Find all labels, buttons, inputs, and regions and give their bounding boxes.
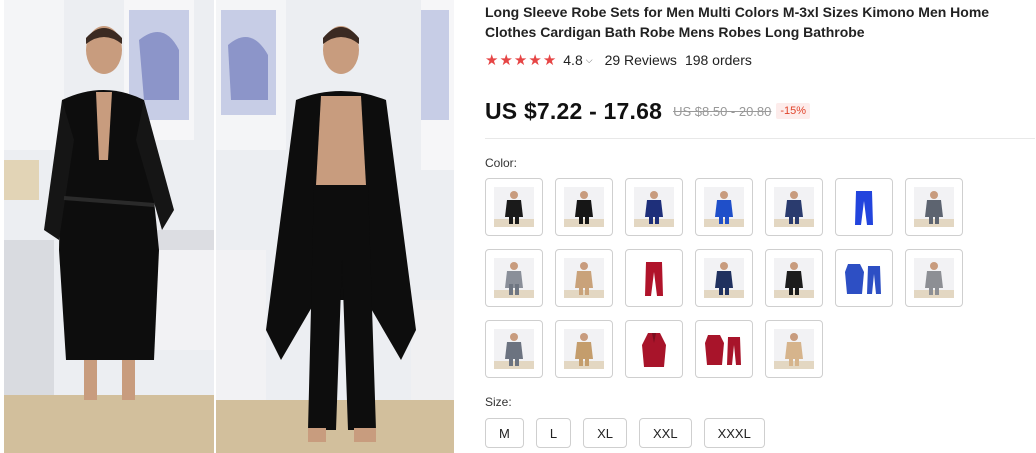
reviews-link[interactable]: 29 Reviews <box>605 52 677 68</box>
product-gallery <box>0 0 455 453</box>
star-icon: ★ <box>528 51 542 69</box>
swatch-thumbnail <box>774 258 814 298</box>
color-swatch[interactable] <box>625 249 683 307</box>
color-swatch[interactable] <box>555 249 613 307</box>
color-swatch-grid <box>485 178 1033 378</box>
swatch-thumbnail <box>634 187 674 227</box>
swatch-thumbnail <box>845 264 881 294</box>
color-label: Color: <box>485 156 518 170</box>
swatch-thumbnail <box>705 335 741 365</box>
swatch-thumbnail <box>914 187 954 227</box>
size-option-xxl[interactable]: XXL <box>638 418 692 448</box>
product-photo-1[interactable] <box>4 0 214 453</box>
swatch-thumbnail <box>564 187 604 227</box>
swatch-thumbnail <box>494 187 534 227</box>
swatch-thumbnail <box>564 258 604 298</box>
size-option-l[interactable]: L <box>535 418 572 448</box>
model-photo-image <box>216 0 454 453</box>
swatch-thumbnail <box>704 187 744 227</box>
color-swatch[interactable] <box>695 320 753 378</box>
size-option-xxxl[interactable]: XXXL <box>703 418 765 448</box>
rating-row: ★ ★ ★ ★ ★ 4.8 ⌵ 29 Reviews 198 orders <box>485 50 1033 70</box>
swatch-thumbnail <box>774 329 814 369</box>
rating-value[interactable]: 4.8 <box>563 52 582 68</box>
star-icon: ★ <box>542 51 557 69</box>
swatch-thumbnail <box>855 191 873 225</box>
color-swatch[interactable] <box>765 249 823 307</box>
swatch-thumbnail <box>645 262 663 296</box>
color-swatch[interactable] <box>485 249 543 307</box>
color-swatch[interactable] <box>555 178 613 236</box>
swatch-thumbnail <box>642 333 666 367</box>
star-icon: ★ <box>485 51 499 69</box>
swatch-thumbnail <box>704 258 744 298</box>
swatch-thumbnail <box>494 329 534 369</box>
color-swatch[interactable] <box>555 320 613 378</box>
product-info: Long Sleeve Robe Sets for Men Multi Colo… <box>485 0 1035 448</box>
color-swatch[interactable] <box>485 178 543 236</box>
color-swatch[interactable] <box>835 178 893 236</box>
color-swatch[interactable] <box>905 178 963 236</box>
product-title: Long Sleeve Robe Sets for Men Multi Colo… <box>485 4 990 40</box>
current-price: US $7.22 - 17.68 <box>485 97 663 124</box>
color-swatch[interactable] <box>625 320 683 378</box>
model-photo-image <box>4 0 214 453</box>
swatch-thumbnail <box>564 329 604 369</box>
swatch-thumbnail <box>914 258 954 298</box>
color-swatch[interactable] <box>485 320 543 378</box>
color-swatch[interactable] <box>905 249 963 307</box>
color-swatch[interactable] <box>765 320 823 378</box>
color-swatch[interactable] <box>835 249 893 307</box>
size-option-m[interactable]: M <box>485 418 524 448</box>
color-swatch[interactable] <box>695 178 753 236</box>
color-swatch[interactable] <box>625 178 683 236</box>
star-rating: ★ ★ ★ ★ ★ <box>485 53 556 68</box>
discount-badge: -15% <box>776 103 811 119</box>
divider <box>485 138 1035 139</box>
price-row: US $7.22 - 17.68 US $8.50 - 20.80 -15% <box>485 96 1033 126</box>
orders-count: 198 orders <box>684 52 752 68</box>
star-icon: ★ <box>499 51 513 69</box>
product-photo-2[interactable] <box>216 0 454 453</box>
size-options: M L XL XXL XXXL <box>485 418 1033 448</box>
size-option-xl[interactable]: XL <box>583 418 627 448</box>
size-label: Size: <box>485 395 512 409</box>
color-swatch[interactable] <box>695 249 753 307</box>
swatch-thumbnail <box>494 258 534 298</box>
original-price: US $8.50 - 20.80 <box>673 103 772 119</box>
star-icon: ★ <box>513 51 528 69</box>
chevron-down-icon[interactable]: ⌵ <box>586 55 593 66</box>
color-swatch[interactable] <box>765 178 823 236</box>
swatch-thumbnail <box>774 187 814 227</box>
